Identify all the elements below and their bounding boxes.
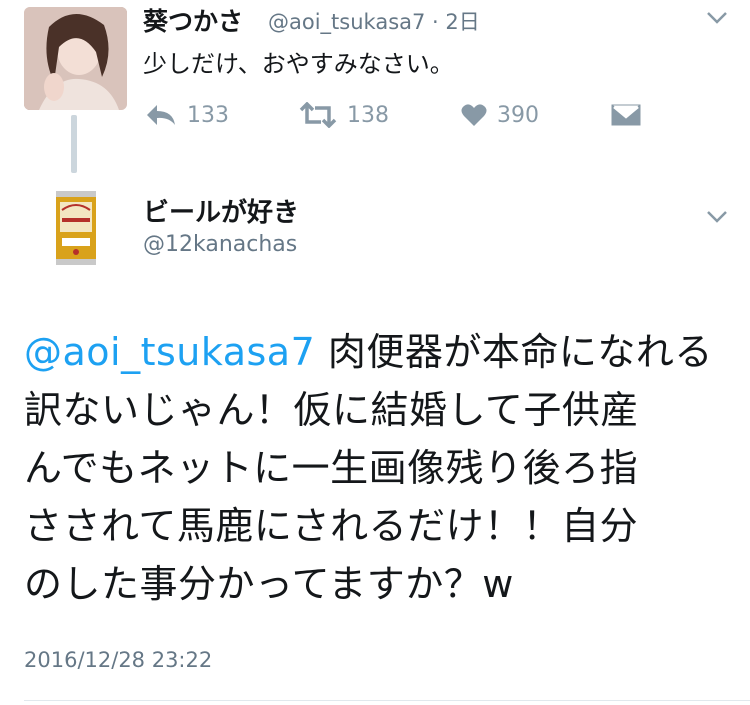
envelope-icon bbox=[611, 104, 641, 126]
tweet2-body: @aoi_tsukasa7 肉便器が本命になれる 訳ないじゃん！仮に結婚して子供… bbox=[24, 323, 736, 613]
tweet2-body-line: のした事分かってますか？w bbox=[24, 562, 514, 606]
chevron-down-icon[interactable] bbox=[706, 205, 728, 230]
tweet2-body-line: んでもネットに一生画像残り後ろ指 bbox=[24, 446, 639, 490]
retweet-count: 138 bbox=[347, 102, 389, 128]
mention-link[interactable]: @aoi_tsukasa7 bbox=[24, 330, 315, 374]
direct-message-button[interactable] bbox=[611, 100, 641, 130]
avatar-beer-can[interactable] bbox=[52, 188, 100, 268]
tweet2-body-line: @aoi_tsukasa7 肉便器が本命になれる bbox=[24, 323, 736, 381]
like-button[interactable]: 390 bbox=[461, 100, 539, 130]
tweet1-display-name[interactable]: 葵つかさ bbox=[143, 2, 243, 38]
tweet1-action-bar: 133 138 390 bbox=[143, 100, 663, 130]
reply-button[interactable]: 133 bbox=[145, 100, 229, 130]
tweet1-handle-time[interactable]: @aoi_tsukasa7 · 2日 bbox=[268, 6, 480, 36]
retweet-button[interactable]: 138 bbox=[299, 100, 389, 130]
tweet2-body-line: 訳ないじゃん！仮に結婚して子供産 bbox=[24, 388, 639, 432]
tweet2-display-name[interactable]: ビールが好き bbox=[143, 192, 299, 229]
reply-icon bbox=[145, 103, 177, 127]
like-count: 390 bbox=[497, 102, 539, 128]
retweet-icon bbox=[299, 102, 337, 128]
tweet2-body-line: さされて馬鹿にされるだけ！！自分 bbox=[24, 504, 639, 548]
thread-connector-line bbox=[71, 115, 77, 173]
heart-icon bbox=[461, 103, 487, 127]
reply-count: 133 bbox=[187, 102, 229, 128]
divider bbox=[24, 700, 750, 701]
chevron-down-icon[interactable] bbox=[706, 6, 728, 31]
tweet1-text: 少しだけ、おやすみなさい。 bbox=[143, 50, 454, 78]
avatar-aoi-tsukasa[interactable] bbox=[24, 7, 127, 110]
tweet2-body-text: 肉便器が本命になれる bbox=[315, 330, 713, 374]
tweet2-timestamp[interactable]: 2016/12/28 23:22 bbox=[24, 648, 212, 672]
tweet2-handle[interactable]: @12kanachas bbox=[143, 232, 297, 257]
